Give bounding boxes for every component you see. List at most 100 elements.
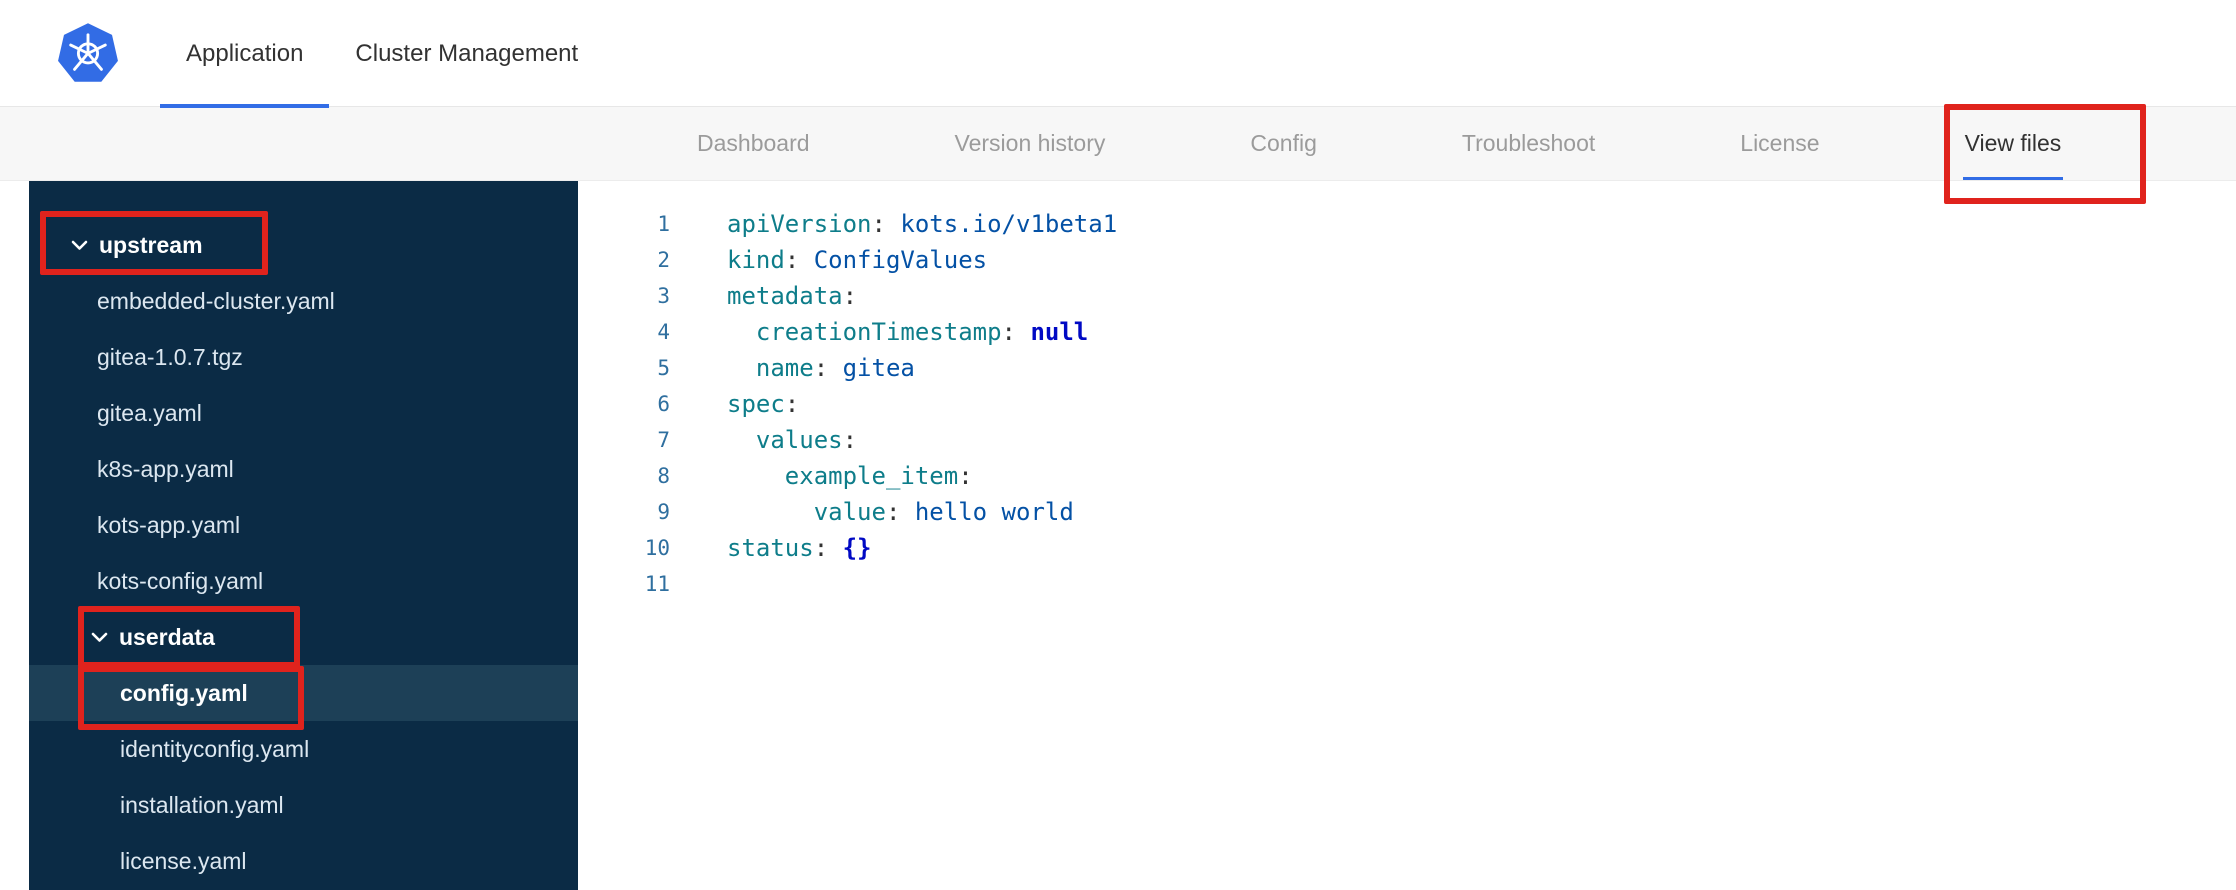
- line-number: 7: [657, 428, 670, 452]
- tree-file-kots-app-yaml[interactable]: kots-app.yaml: [29, 497, 578, 553]
- code-token: apiVersion: [727, 210, 872, 238]
- tree-file-gitea-yaml[interactable]: gitea.yaml: [29, 385, 578, 441]
- top-tab-application[interactable]: Application: [160, 0, 330, 108]
- code-token: :: [871, 210, 901, 238]
- top-tabs: Application Cluster Management: [160, 0, 604, 108]
- tree-item-label: userdata: [119, 623, 215, 650]
- tree-file-config-yaml[interactable]: config.yaml: [29, 665, 578, 721]
- tree-file-k8s-app-yaml[interactable]: k8s-app.yaml: [29, 441, 578, 497]
- chevron-down-icon: [71, 240, 88, 251]
- code-line[interactable]: 4 creationTimestamp: null: [578, 314, 2236, 350]
- tree-item-label: gitea-1.0.7.tgz: [97, 343, 243, 370]
- code-token: :: [784, 390, 800, 418]
- line-number: 5: [657, 356, 670, 380]
- line-number: 9: [657, 500, 670, 524]
- code-token: values: [755, 426, 843, 454]
- code-line[interactable]: 11: [578, 566, 2236, 602]
- code-line[interactable]: 6 spec:: [578, 386, 2236, 422]
- tree-item-label: identityconfig.yaml: [120, 735, 310, 762]
- subnav-item-troubleshoot[interactable]: Troubleshoot: [1462, 107, 1595, 180]
- code-line[interactable]: 9 value: hello world: [578, 494, 2236, 530]
- tree-item-label: kots-app.yaml: [97, 511, 241, 538]
- kots-admin-console: Application Cluster Management Dashboard V…: [0, 0, 2236, 890]
- code-token: :: [885, 498, 915, 526]
- line-number: 1: [657, 212, 670, 236]
- code-text: kind: ConfigValues: [670, 242, 987, 278]
- code-line[interactable]: 8 example_item:: [578, 458, 2236, 494]
- code-line[interactable]: 10 status: {}: [578, 530, 2236, 566]
- code-line[interactable]: 5 name: gitea: [578, 350, 2236, 386]
- tree-file-installation-yaml[interactable]: installation.yaml: [29, 777, 578, 833]
- code-text: apiVersion: kots.io/v1beta1: [670, 206, 1117, 242]
- code-token: :: [842, 282, 858, 310]
- code-token: kots.io/v1beta1: [900, 210, 1118, 238]
- code-token: creationTimestamp: [755, 318, 1002, 346]
- line-number: 10: [644, 536, 670, 560]
- kubernetes-logo[interactable]: [56, 22, 120, 86]
- code-token: name: [755, 354, 814, 382]
- tree-folder-userdata[interactable]: userdata: [29, 609, 578, 665]
- code-token: metadata: [727, 282, 843, 310]
- code-token: hello world: [914, 498, 1074, 526]
- kubernetes-logo-icon: [58, 23, 118, 82]
- tree-item-label: gitea.yaml: [97, 399, 202, 426]
- tree-item-label: config.yaml: [120, 679, 248, 706]
- tree-item-label: installation.yaml: [120, 791, 284, 818]
- tree-file-identityconfig-yaml[interactable]: identityconfig.yaml: [29, 721, 578, 777]
- subnav-item-view-files[interactable]: View files: [1962, 107, 2064, 180]
- code-token: value: [813, 498, 886, 526]
- code-token: status: [727, 534, 814, 562]
- subnav-item-license[interactable]: License: [1740, 107, 1819, 180]
- tree-item-label: kots-config.yaml: [97, 567, 264, 594]
- subnav-item-dashboard[interactable]: Dashboard: [697, 107, 810, 180]
- subnav-item-config[interactable]: Config: [1250, 107, 1316, 180]
- file-editor: 1 apiVersion: kots.io/v1beta1 2 kind: Confi…: [578, 181, 2236, 890]
- code-token: :: [842, 426, 858, 454]
- code-line[interactable]: 3 metadata:: [578, 278, 2236, 314]
- code-token: null: [1030, 318, 1089, 346]
- code-text: spec:: [670, 386, 799, 422]
- line-number: 4: [657, 320, 670, 344]
- code-line[interactable]: 2 kind: ConfigValues: [578, 242, 2236, 278]
- code-token: example_item: [784, 462, 959, 490]
- line-number: 2: [657, 248, 670, 272]
- line-number: 3: [657, 284, 670, 308]
- code-token: :: [813, 534, 843, 562]
- code-text: status: {}: [670, 530, 872, 566]
- code-token: {}: [842, 534, 872, 562]
- code-text: values:: [670, 422, 857, 458]
- code-line[interactable]: 1 apiVersion: kots.io/v1beta1: [578, 206, 2236, 242]
- code-token: :: [813, 354, 843, 382]
- tree-item-label: embedded-cluster.yaml: [97, 287, 335, 314]
- line-number: 6: [657, 392, 670, 416]
- code-token: :: [1001, 318, 1031, 346]
- subnav-item-version-history[interactable]: Version history: [955, 107, 1106, 180]
- code-token: spec: [727, 390, 785, 418]
- top-tab-cluster-management[interactable]: Cluster Management: [329, 0, 604, 107]
- chevron-down-icon: [91, 632, 108, 643]
- code-text: example_item:: [670, 458, 973, 494]
- code-line[interactable]: 7 values:: [578, 422, 2236, 458]
- code-text: name: gitea: [670, 350, 915, 386]
- tree-file-gitea-1-0-7-tgz[interactable]: gitea-1.0.7.tgz: [29, 329, 578, 385]
- code-text: metadata:: [670, 278, 857, 314]
- code-token: gitea: [842, 354, 915, 382]
- tree-item-label: k8s-app.yaml: [97, 455, 234, 482]
- code-token: ConfigValues: [813, 246, 988, 274]
- tree-file-kots-config-yaml[interactable]: kots-config.yaml: [29, 553, 578, 609]
- tree-item-label: license.yaml: [120, 847, 247, 874]
- code-text: creationTimestamp: null: [670, 314, 1088, 350]
- tree-file-embedded-cluster-yaml[interactable]: embedded-cluster.yaml: [29, 273, 578, 329]
- line-number: 11: [644, 572, 670, 596]
- line-number: 8: [657, 464, 670, 488]
- file-tree-sidebar: upstream embedded-cluster.yaml gitea-1.0.7…: [29, 181, 578, 890]
- tree-file-license-yaml[interactable]: license.yaml: [29, 833, 578, 889]
- topbar: Application Cluster Management: [0, 0, 2236, 108]
- tree-folder-upstream[interactable]: upstream: [29, 217, 578, 273]
